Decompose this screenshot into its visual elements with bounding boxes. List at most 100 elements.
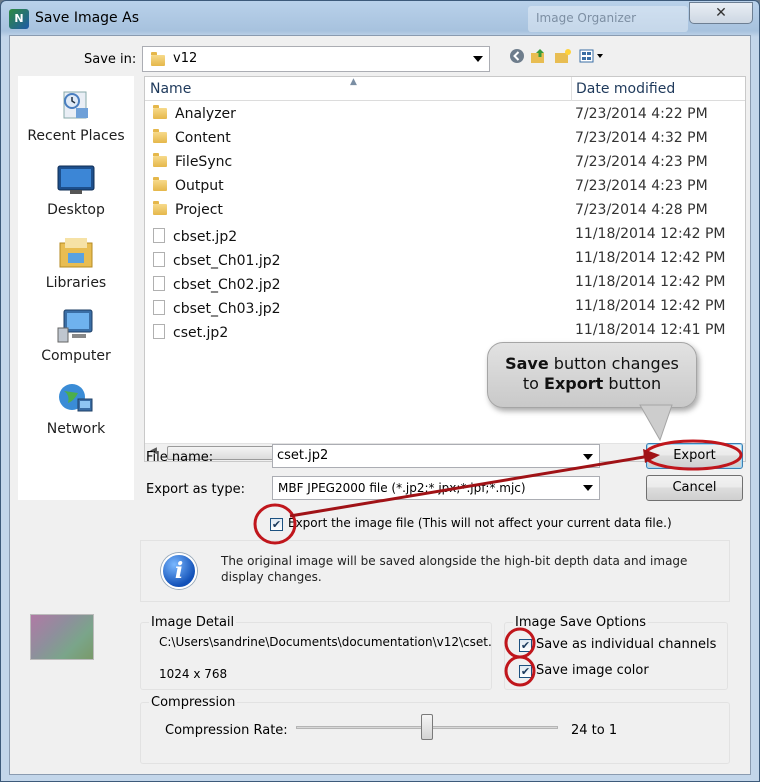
file-name-text: cbset_Ch02.jp2 <box>173 277 281 293</box>
title-bar[interactable]: N Save Image As Image Organizer ✕ <box>1 1 759 35</box>
place-desktop[interactable]: Desktop <box>18 158 134 228</box>
close-button[interactable]: ✕ <box>689 2 753 24</box>
place-recent-places[interactable]: Recent Places <box>18 84 134 154</box>
file-date: 7/23/2014 4:23 PM <box>575 154 708 170</box>
file-list-header: Name ▲ Date modified <box>145 77 745 101</box>
sort-ascending-icon: ▲ <box>350 77 357 87</box>
recent-places-icon <box>56 88 96 124</box>
save-in-dropdown[interactable]: v12 <box>142 46 490 72</box>
save-in-value: v12 <box>173 51 198 66</box>
file-row[interactable]: cset.jp2 11/18/2014 12:41 PM <box>145 319 745 343</box>
file-row[interactable]: cbset_Ch01.jp2 11/18/2014 12:42 PM <box>145 247 745 271</box>
compression-group: Compression Compression Rate: 24 to 1 <box>140 695 730 764</box>
image-thumbnail <box>30 614 94 660</box>
file-row[interactable]: Output 7/23/2014 4:23 PM <box>145 175 745 199</box>
save-in-label: Save in: <box>84 52 137 67</box>
annotation-callout: Save button changes to Export button <box>487 342 697 408</box>
chevron-down-icon[interactable] <box>583 454 593 460</box>
file-name-text: Analyzer <box>175 106 236 122</box>
file-date: 7/23/2014 4:32 PM <box>575 130 708 146</box>
file-date: 7/23/2014 4:23 PM <box>575 178 708 194</box>
file-name: cset.jp2 <box>153 322 228 341</box>
file-row[interactable]: Project 7/23/2014 4:28 PM <box>145 199 745 223</box>
file-date: 11/18/2014 12:42 PM <box>575 226 726 242</box>
file-name: Analyzer <box>153 105 236 122</box>
file-date: 11/18/2014 12:42 PM <box>575 298 726 314</box>
new-folder-icon[interactable] <box>554 48 572 66</box>
callout-text: button changes <box>548 354 679 373</box>
file-name-text: Content <box>175 130 231 146</box>
file-name-value: cset.jp2 <box>277 448 329 463</box>
export-button[interactable]: Export <box>646 443 743 469</box>
place-label: Recent Places <box>27 128 125 144</box>
image-color-label: Save image color <box>536 663 649 678</box>
file-row[interactable]: Analyzer 7/23/2014 4:22 PM <box>145 103 745 127</box>
file-name-label: File name: <box>146 450 214 465</box>
libraries-icon <box>56 235 96 271</box>
window-title: Save Image As <box>35 10 139 26</box>
file-name-text: cbset_Ch01.jp2 <box>173 253 281 269</box>
column-header-name[interactable]: Name <box>145 77 573 101</box>
compression-rate-label: Compression Rate: <box>165 723 288 738</box>
back-icon[interactable] <box>508 48 526 66</box>
compression-rate-value: 24 to 1 <box>571 723 618 738</box>
place-label: Libraries <box>45 275 107 291</box>
file-name-text: cbset.jp2 <box>173 229 238 245</box>
place-label: Network <box>46 421 106 437</box>
image-color-checkbox[interactable]: ✔ <box>519 665 532 678</box>
cancel-button[interactable]: Cancel <box>646 475 743 501</box>
individual-channels-checkbox[interactable]: ✔ <box>519 639 532 652</box>
folder-icon <box>153 201 167 215</box>
file-date: 11/18/2014 12:42 PM <box>575 274 726 290</box>
app-icon: N <box>9 9 29 29</box>
info-text: The original image will be saved alongsi… <box>221 554 688 584</box>
file-row[interactable]: Content 7/23/2014 4:32 PM <box>145 127 745 151</box>
callout-bold-save: Save <box>505 354 549 373</box>
chevron-down-icon <box>473 56 483 62</box>
file-type-label: Export as type: <box>146 482 245 497</box>
file-icon <box>153 276 165 291</box>
file-row[interactable]: cbset.jp2 11/18/2014 12:42 PM <box>145 223 745 247</box>
compression-title: Compression <box>149 695 238 710</box>
file-name: cbset_Ch01.jp2 <box>153 250 281 269</box>
file-row[interactable]: cbset_Ch03.jp2 11/18/2014 12:42 PM <box>145 295 745 319</box>
file-name-text: FileSync <box>175 154 233 170</box>
image-size: 1024 x 768 <box>159 667 228 681</box>
file-name-field[interactable]: cset.jp2 <box>272 444 600 468</box>
folder-icon <box>153 153 167 167</box>
desktop-icon <box>56 162 96 198</box>
file-name: cbset_Ch02.jp2 <box>153 274 281 293</box>
callout-bold-export: Export <box>544 374 604 393</box>
place-computer[interactable]: Computer <box>18 304 134 374</box>
file-type-dropdown[interactable]: MBF JPEG2000 file (*.jp2;*.jpx;*.jpf;*.m… <box>272 476 600 500</box>
file-date: 11/18/2014 12:42 PM <box>575 250 726 266</box>
folder-icon <box>153 105 167 119</box>
compression-slider-thumb[interactable] <box>421 714 433 740</box>
file-date: 11/18/2014 12:41 PM <box>575 322 726 338</box>
image-save-options-title: Image Save Options <box>513 615 649 630</box>
background-window-title: Image Organizer <box>528 6 688 32</box>
export-image-label: Export the image file (This will not aff… <box>288 516 672 530</box>
navigation-toolbar <box>508 48 618 68</box>
place-network[interactable]: Network <box>18 377 134 447</box>
file-row[interactable]: FileSync 7/23/2014 4:23 PM <box>145 151 745 175</box>
file-icon <box>153 324 165 339</box>
places-bar: Recent Places Desktop Libraries Computer <box>18 76 134 500</box>
place-libraries[interactable]: Libraries <box>18 231 134 301</box>
view-menu-icon[interactable] <box>578 48 606 66</box>
up-folder-icon[interactable] <box>530 48 548 66</box>
image-save-options-group: Image Save Options ✔ Save as individual … <box>504 615 728 690</box>
file-name-text: Project <box>175 202 223 218</box>
file-name-text: Output <box>175 178 224 194</box>
column-header-date-modified[interactable]: Date modified <box>571 77 745 101</box>
info-icon: i <box>161 553 197 589</box>
file-icon <box>153 300 165 315</box>
file-icon <box>153 252 165 267</box>
image-detail-group: Image Detail C:\Users\sandrine\Documents… <box>140 615 492 690</box>
file-row[interactable]: cbset_Ch02.jp2 11/18/2014 12:42 PM <box>145 271 745 295</box>
individual-channels-label: Save as individual channels <box>536 637 717 652</box>
file-icon <box>153 228 165 243</box>
network-icon <box>56 381 96 417</box>
folder-icon <box>153 177 167 191</box>
export-image-checkbox[interactable]: ✔ <box>270 518 283 531</box>
